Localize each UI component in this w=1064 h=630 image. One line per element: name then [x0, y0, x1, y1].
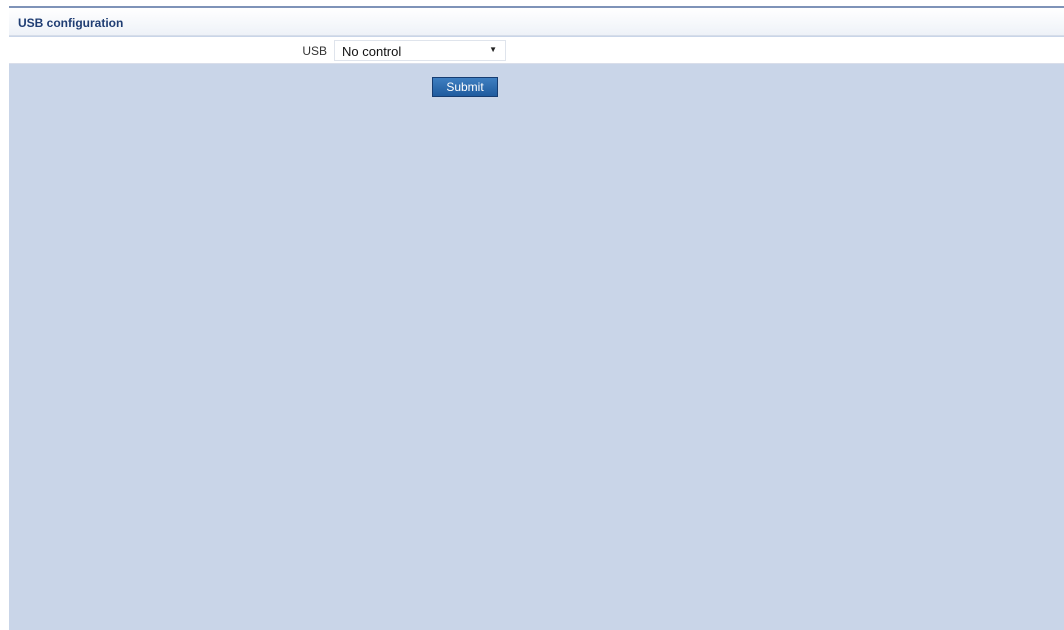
usb-select[interactable]: No control ▼: [334, 40, 506, 61]
panel-header: USB configuration: [9, 8, 1064, 36]
usb-form-row: USB No control ▼: [9, 37, 1064, 64]
page-title: USB configuration: [18, 16, 124, 30]
submit-button[interactable]: Submit: [432, 77, 498, 97]
usb-select-value: No control: [342, 44, 402, 59]
usb-label: USB: [302, 44, 327, 58]
chevron-down-icon: ▼: [489, 45, 497, 54]
usb-configuration-panel: USB configuration USB No control ▼ Submi…: [9, 6, 1064, 630]
